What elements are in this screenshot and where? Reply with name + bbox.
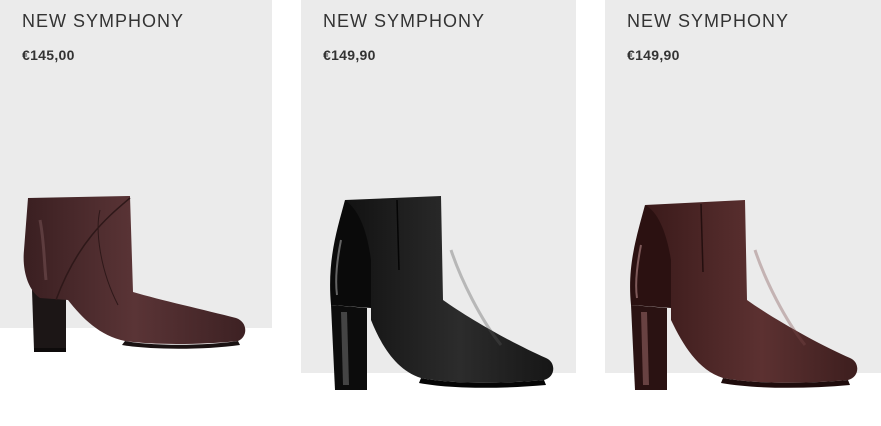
product-card[interactable]: NEW SYMPHONY €145,00 bbox=[0, 0, 272, 426]
product-image[interactable] bbox=[301, 0, 576, 426]
product-card[interactable]: NEW SYMPHONY €149,90 bbox=[301, 0, 576, 426]
product-image[interactable] bbox=[605, 0, 881, 426]
product-card[interactable]: NEW SYMPHONY €149,90 bbox=[605, 0, 881, 426]
product-image[interactable] bbox=[0, 0, 272, 426]
